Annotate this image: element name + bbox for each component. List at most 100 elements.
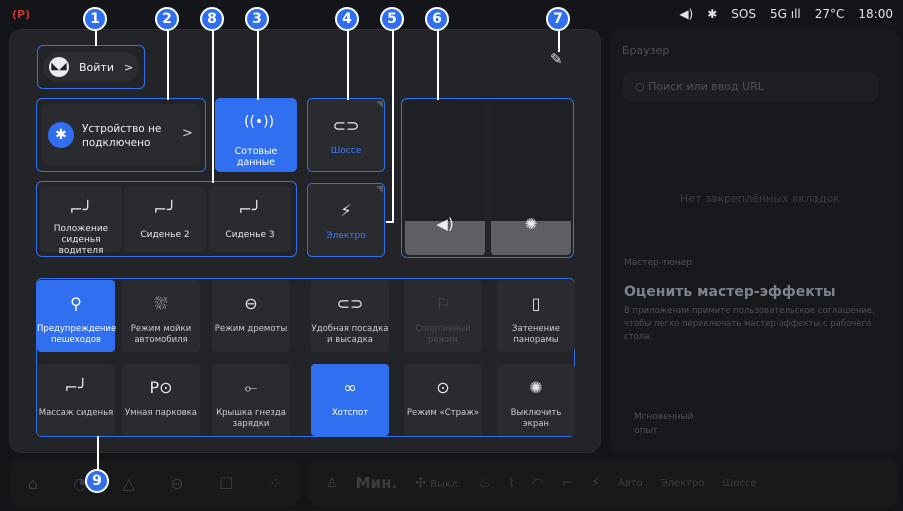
- feature-tile-hotspot-link[interactable]: ∞ Хотспот: [311, 364, 389, 436]
- wiper-icon[interactable]: ◠: [533, 476, 544, 491]
- volume-icon: ◀): [436, 215, 454, 233]
- bluetooth-status: Устройство не подключено: [82, 123, 162, 149]
- login-button[interactable]: ◣◢ Войти >: [43, 52, 139, 82]
- car-mode-icon: ⊂⊃: [332, 116, 360, 135]
- callout-leader: [212, 26, 214, 183]
- sos-label: SOS: [731, 7, 756, 21]
- volume-icon: ◀): [679, 7, 694, 21]
- fan-speed-value[interactable]: Мин.: [356, 474, 398, 492]
- energy-mode-tile[interactable]: [307, 183, 385, 257]
- browser-title: Браузер: [622, 44, 670, 57]
- master-effects-title: Оценить мастер-эффекты: [624, 284, 836, 300]
- defrost-icon[interactable]: ⌇: [508, 476, 514, 491]
- master-effects-description: В приложении примите пользовательское со…: [624, 306, 875, 342]
- feature-tile-label: Режим дремоты: [214, 324, 288, 334]
- corner-indicator: [376, 101, 383, 108]
- feature-tile-parking[interactable]: P⊙ Умная парковка: [122, 364, 200, 436]
- callout-leader: [347, 26, 349, 100]
- seat-icon: ⌐╯: [69, 200, 93, 219]
- seat-icon: ⌐╯: [153, 200, 177, 219]
- sunroof-icon: ▯: [531, 294, 541, 313]
- callout-2: 2: [155, 7, 179, 31]
- feature-tile-pedestrian[interactable]: ⚲ Предупреждение пешеходов: [37, 280, 116, 352]
- volume-slider[interactable]: ◀): [405, 101, 485, 255]
- hotspot-link-icon: ∞: [343, 378, 357, 397]
- seat-heat-icon[interactable]: ♨: [479, 476, 491, 491]
- seat-tile-2[interactable]: [124, 186, 206, 252]
- energy-mode-icon: ⚡: [340, 201, 352, 220]
- feature-tile-label: Выключить экран: [510, 408, 562, 429]
- sentry-icon: ⊙: [436, 378, 450, 397]
- seat-icon: ⌐╯: [238, 200, 262, 219]
- status-bar: (P) ◀) ✱ SOS 5G ıll 27°C 18:00: [0, 0, 903, 30]
- callout-leader: [386, 221, 394, 223]
- seat-tile-3[interactable]: [209, 186, 291, 252]
- network-indicator: 5G ıll: [769, 7, 801, 21]
- callout-1: 1: [83, 7, 107, 31]
- easy-entry-icon: ⊂⊃: [336, 294, 364, 313]
- pedestrian-icon: ⚲: [70, 294, 82, 313]
- signal-icon: ıll: [786, 7, 801, 21]
- feature-tile-label: Удобная посадка и высадка: [311, 324, 389, 345]
- seat-label-3: Сиденье 3: [225, 230, 275, 240]
- feature-tile-flag[interactable]: ⚐ Спортивный режим: [404, 280, 482, 352]
- edit-icon[interactable]: ✎: [550, 50, 563, 68]
- drive-mode-tile[interactable]: [307, 98, 385, 172]
- dock-app-bar: ⌂ ◔ △ ⊖ ☐ ⁘: [10, 460, 300, 506]
- callout-leader: [167, 26, 169, 100]
- feature-tile-sentry[interactable]: ⊙ Режим «Страж»: [404, 364, 482, 436]
- callout-9: 9: [85, 469, 109, 493]
- feature-tile-sunroof[interactable]: ▯ Затенение панорамы: [497, 280, 575, 352]
- massage-seat-icon: ⌐╯: [64, 378, 88, 397]
- charge-icon[interactable]: ⚡: [591, 476, 600, 491]
- feature-tile-screen-off[interactable]: ✺ Выключить экран: [497, 364, 575, 436]
- mode-auto[interactable]: Авто: [618, 478, 643, 489]
- feature-tile-easy-entry[interactable]: ⊂⊃ Удобная посадка и высадка: [311, 280, 389, 352]
- bluetooth-icon: ✱: [707, 7, 718, 21]
- feature-tile-charging-port[interactable]: ⟜ Крышка гнезда зарядки: [212, 364, 290, 436]
- clock: 18:00: [858, 7, 893, 21]
- cellular-data-label: Сотовые данные: [234, 146, 278, 168]
- master-tuner-label: Мастер-тюнер: [624, 258, 692, 268]
- home-icon[interactable]: ⌂: [28, 474, 38, 493]
- feature-tile-label: Хотспот: [331, 408, 369, 418]
- media-icon[interactable]: ☐: [219, 474, 233, 493]
- search-icon: ○: [635, 80, 649, 93]
- seat-occupant-icon[interactable]: ♙: [326, 476, 338, 491]
- callout-5: 5: [380, 7, 404, 31]
- fan-icon[interactable]: ✣ Выкл.: [415, 476, 460, 491]
- vehicle-icon[interactable]: ⊖: [170, 474, 183, 493]
- feature-tile-label: Массаж сиденья: [38, 408, 114, 418]
- callout-6: 6: [425, 7, 449, 31]
- seat-label-driver: Положение сиденья водителя: [53, 224, 109, 256]
- feature-tile-massage-seat[interactable]: ⌐╯ Массаж сиденья: [37, 364, 115, 436]
- browser-empty-text: Нет закреплённых вкладок: [680, 192, 840, 205]
- mode-electric[interactable]: Электро: [661, 478, 705, 489]
- instant-experience-label: Мгновенный опыт: [634, 412, 694, 436]
- login-label: Войти: [79, 60, 114, 74]
- corner-indicator: [376, 186, 383, 193]
- charging-port-icon: ⟜: [244, 378, 258, 397]
- bluetooth-icon: ✱: [48, 122, 74, 148]
- callout-leader: [257, 26, 259, 100]
- callout-3: 3: [245, 7, 269, 31]
- navigation-icon[interactable]: △: [123, 474, 135, 493]
- temperature: 27°C: [814, 7, 845, 21]
- feature-tile-nap-seat[interactable]: ⊖ Режим дремоты: [212, 280, 290, 352]
- mode-highway[interactable]: Шоссе: [723, 478, 757, 489]
- browser-search-input[interactable]: ○ Поиск или ввод URL: [623, 72, 878, 102]
- brightness-slider[interactable]: ✺: [491, 101, 571, 255]
- feature-grid: [36, 278, 575, 437]
- feature-tile-label: Умная парковка: [124, 408, 198, 418]
- antenna-icon: ((•)): [244, 114, 275, 130]
- mirror-icon[interactable]: ⌐: [562, 476, 573, 491]
- callout-8: 8: [200, 7, 224, 31]
- feature-tile-label: Режим мойки автомобиля: [130, 324, 192, 345]
- feature-tile-car-wash[interactable]: ⛆ Режим мойки автомобиля: [122, 280, 200, 352]
- callout-4: 4: [335, 7, 359, 31]
- flag-icon: ⚐: [435, 294, 451, 313]
- apps-grid-icon[interactable]: ⁘: [269, 474, 282, 493]
- feature-tile-label: Спортивный режим: [415, 324, 471, 345]
- seat-label-2: Сиденье 2: [140, 230, 190, 240]
- account-logo-icon: ◣◢: [49, 57, 69, 77]
